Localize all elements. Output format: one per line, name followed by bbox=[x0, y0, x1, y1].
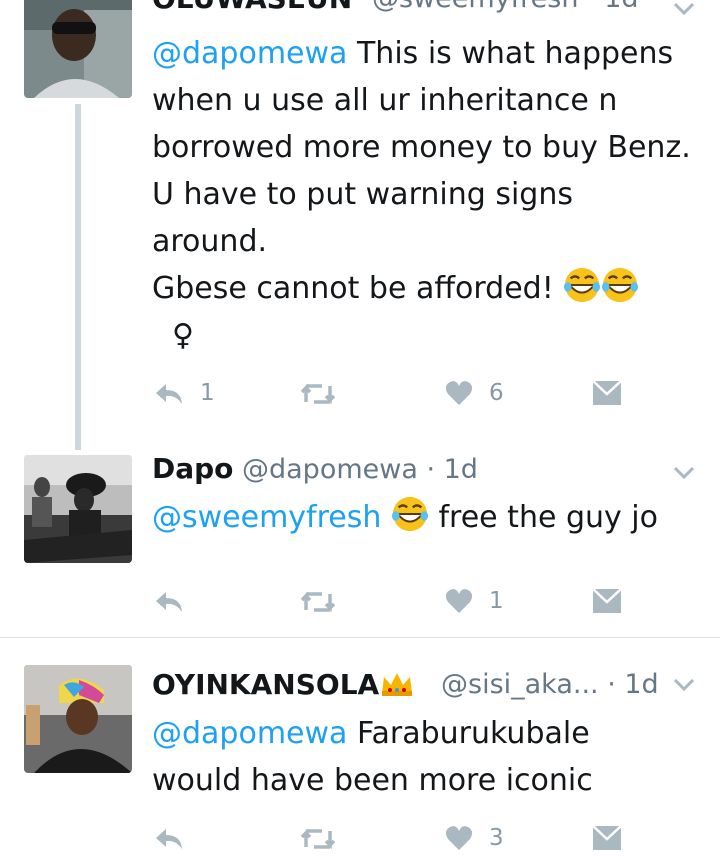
like-icon[interactable] bbox=[445, 588, 473, 614]
tweet-text: @dapomewa Faraburukubale would have been… bbox=[152, 716, 593, 798]
avatar[interactable] bbox=[24, 455, 132, 563]
author-handle[interactable]: @sweemyfresh · 1d bbox=[372, 0, 639, 14]
grinning-tears-emoji bbox=[391, 496, 429, 532]
message-icon[interactable] bbox=[592, 588, 622, 614]
chevron-down-icon[interactable] bbox=[672, 676, 696, 694]
crown-emoji bbox=[382, 673, 413, 696]
chevron-down-icon[interactable] bbox=[672, 0, 696, 18]
like-count: 1 bbox=[489, 588, 504, 614]
mention-link[interactable]: @dapomewa bbox=[152, 716, 347, 751]
female-sign: ♀ bbox=[172, 318, 194, 353]
avatar[interactable] bbox=[24, 0, 132, 98]
like-icon[interactable] bbox=[445, 825, 473, 851]
avatar[interactable] bbox=[24, 665, 132, 773]
grinning-tears-emoji bbox=[564, 267, 601, 303]
retweet-icon[interactable] bbox=[300, 382, 336, 406]
message-icon[interactable] bbox=[592, 380, 622, 406]
author-handle[interactable]: @sisi_aka... · 1d bbox=[441, 669, 659, 700]
retweet-icon[interactable] bbox=[300, 590, 336, 614]
like-count: 6 bbox=[489, 380, 504, 406]
reply-count: 1 bbox=[200, 380, 215, 406]
divider bbox=[0, 637, 720, 638]
mention-link[interactable]: @dapomewa bbox=[152, 36, 347, 71]
like-icon[interactable] bbox=[445, 380, 473, 406]
reply-icon[interactable] bbox=[154, 826, 184, 852]
chevron-down-icon[interactable] bbox=[672, 464, 696, 482]
reply-icon[interactable] bbox=[154, 589, 184, 615]
author-handle[interactable]: @dapomewa · 1d bbox=[242, 454, 478, 485]
tweet-text: @dapomewa This is what happens when u us… bbox=[152, 30, 712, 359]
tweet-text: @sweemyfresh free the guy jo bbox=[152, 494, 712, 541]
reply-icon[interactable] bbox=[154, 381, 184, 407]
like-count: 3 bbox=[489, 825, 504, 851]
message-icon[interactable] bbox=[592, 825, 622, 851]
author-name[interactable]: Dapo bbox=[152, 452, 233, 485]
thread-line bbox=[75, 104, 81, 450]
grinning-tears-emoji bbox=[602, 267, 639, 303]
author-name[interactable]: OYINKANSOLA bbox=[152, 668, 415, 701]
author-name[interactable]: OLUWASEUN bbox=[152, 0, 352, 15]
retweet-icon[interactable] bbox=[300, 827, 336, 851]
mention-link[interactable]: @sweemyfresh bbox=[152, 500, 381, 535]
